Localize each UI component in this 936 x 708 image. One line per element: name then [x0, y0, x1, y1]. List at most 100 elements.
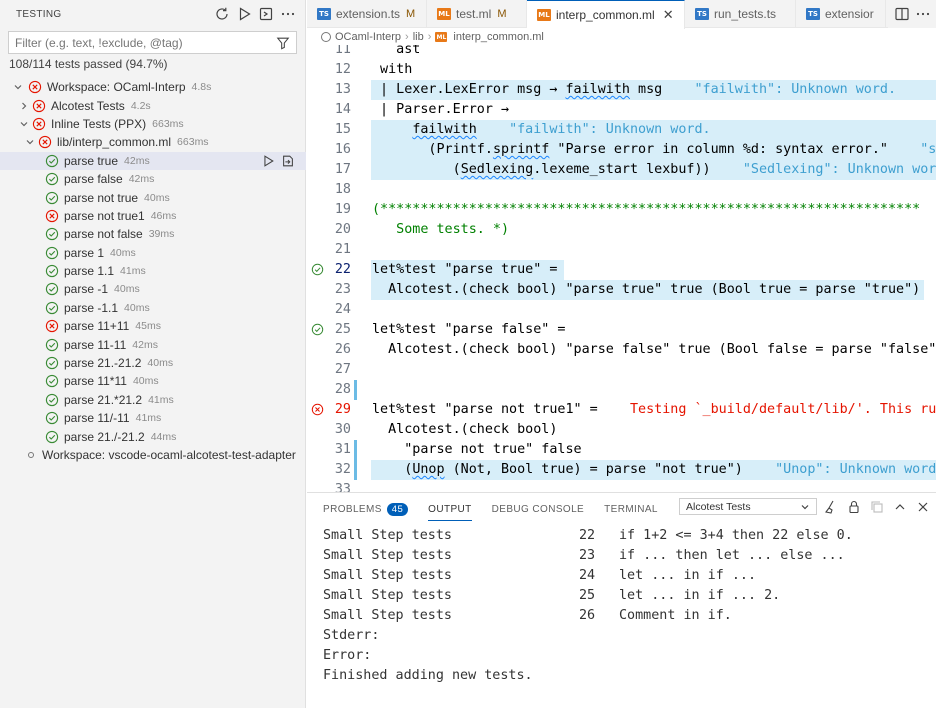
line-number: 23: [334, 282, 351, 297]
tab-extension-ts-2[interactable]: TS extensior: [796, 0, 886, 28]
tab-interp-common-ml[interactable]: ML interp_common.ml ✕: [527, 0, 685, 29]
tab-label: extension.ts: [336, 7, 401, 21]
tree-item-alcotest[interactable]: Alcotest Tests 4.2s: [0, 96, 306, 114]
output-line: Stderr:: [323, 628, 380, 643]
tab-label: PROBLEMS: [323, 503, 382, 515]
output-line: Finished adding new tests.: [323, 668, 533, 683]
pass-icon: [45, 338, 59, 352]
tab-output[interactable]: OUTPUT: [428, 493, 472, 525]
test-item[interactable]: parse 11+11 45ms: [0, 317, 306, 335]
line-number: 18: [334, 182, 351, 197]
test-item[interactable]: parse -1 40ms: [0, 280, 306, 298]
editor-actions: [888, 0, 936, 28]
tree-item-inline[interactable]: Inline Tests (PPX) 663ms: [0, 115, 306, 133]
refresh-icon[interactable]: [212, 5, 231, 24]
code-line: 11 ast: [307, 45, 936, 60]
lock-icon[interactable]: [844, 497, 863, 516]
test-filter-input[interactable]: [15, 35, 276, 50]
test-filter[interactable]: [8, 31, 297, 54]
code-line: 26 Alcotest.(check bool) "parse false" t…: [307, 340, 936, 360]
run-all-icon[interactable]: [234, 5, 253, 24]
misspelled-word[interactable]: Sedlexing: [461, 162, 534, 177]
close-icon[interactable]: ✕: [663, 7, 674, 23]
misspelled-word[interactable]: sprintf: [493, 142, 549, 157]
split-editor-icon[interactable]: [892, 5, 911, 24]
test-item[interactable]: parse false 42ms: [0, 170, 306, 188]
code-text: Alcotest.(check bool): [372, 420, 557, 440]
debug-all-icon[interactable]: [256, 5, 275, 24]
tab-terminal[interactable]: TERMINAL: [604, 493, 658, 525]
tab-test-ml[interactable]: ML test.ml M: [427, 0, 527, 28]
chevron-up-icon[interactable]: [890, 497, 909, 516]
output-index: 24: [579, 568, 596, 583]
ocaml-file-icon: ML: [437, 8, 451, 20]
pass-icon: [45, 282, 59, 296]
tree-item-workspace[interactable]: Workspace: OCaml-Interp 4.8s: [0, 78, 306, 96]
test-item[interactable]: parse true 42ms: [0, 151, 306, 170]
code-segment: (: [372, 462, 413, 477]
more-actions-icon[interactable]: [278, 5, 297, 24]
output-index: 23: [579, 548, 596, 563]
test-item[interactable]: parse 11/-11 41ms: [0, 409, 306, 427]
breadcrumb-root[interactable]: OCaml-Interp: [335, 31, 401, 43]
code-segment: with: [372, 62, 413, 77]
output-suite: Small Step tests: [323, 548, 452, 563]
go-to-test-icon[interactable]: [280, 153, 296, 169]
output-index: 25: [579, 588, 596, 603]
tab-debug-console[interactable]: DEBUG CONSOLE: [492, 493, 584, 525]
test-item[interactable]: parse 1.1 41ms: [0, 262, 306, 280]
copy-icon[interactable]: [867, 497, 886, 516]
inline-diagnostic: "Sedlexing": Unknown wor: [742, 162, 936, 177]
tab-problems[interactable]: PROBLEMS 45: [323, 493, 409, 525]
code-line: 16 (Printf.sprintf "Parse error in colum…: [307, 140, 936, 160]
code-segment: ast: [372, 45, 421, 57]
test-item[interactable]: parse 1 40ms: [0, 244, 306, 262]
inline-diagnostic: "failwith": Unknown word.: [694, 82, 897, 97]
chevron-down-icon[interactable]: [24, 136, 36, 148]
tree-item-file[interactable]: lib/interp_common.ml 663ms: [0, 133, 306, 151]
test-label: parse 11-11: [64, 337, 127, 352]
output-index: 26: [579, 608, 596, 623]
test-item[interactable]: parse 21.-21.2 40ms: [0, 354, 306, 372]
code-segment: "parse not true" false: [372, 442, 582, 457]
chevron-right-icon[interactable]: [18, 100, 30, 112]
line-number: 19: [334, 202, 351, 217]
test-item[interactable]: parse 21./-21.2 44ms: [0, 427, 306, 445]
fail-icon: [45, 209, 59, 223]
chevron-down-icon[interactable]: [18, 118, 30, 130]
line-number: 16: [334, 142, 351, 157]
code-segment: Some tests. *): [372, 222, 510, 237]
test-item[interactable]: parse not false 39ms: [0, 225, 306, 243]
close-icon[interactable]: [913, 497, 932, 516]
clear-output-icon[interactable]: [821, 497, 840, 516]
tab-run-tests-ts[interactable]: TS run_tests.ts: [685, 0, 796, 28]
misspelled-word[interactable]: failwith: [412, 122, 477, 137]
breadcrumb-dir[interactable]: lib: [413, 31, 424, 43]
not-run-icon: [28, 452, 34, 458]
test-item[interactable]: parse 21.*21.2 41ms: [0, 391, 306, 409]
test-item[interactable]: parse -1.1 40ms: [0, 299, 306, 317]
test-duration: 40ms: [147, 357, 174, 370]
typescript-file-icon: TS: [317, 8, 331, 20]
output-channel-select[interactable]: Alcotest Tests: [679, 498, 817, 515]
code-line: 17 (Sedlexing.lexeme_start lexbuf)) "Sed…: [307, 160, 936, 180]
breadcrumb-file[interactable]: interp_common.ml: [453, 31, 543, 43]
test-item[interactable]: parse not true1 46ms: [0, 207, 306, 225]
test-item[interactable]: parse not true 40ms: [0, 188, 306, 206]
tab-extension-ts[interactable]: TS extension.ts M: [307, 0, 427, 28]
tree-item-workspace-2[interactable]: Workspace: vscode-ocaml-alcotest-test-ad…: [0, 446, 306, 464]
test-item[interactable]: parse 11-11 42ms: [0, 335, 306, 353]
chevron-down-icon[interactable]: [12, 81, 24, 93]
misspelled-word[interactable]: Unop: [412, 462, 444, 477]
test-item[interactable]: parse 11*11 40ms: [0, 372, 306, 390]
line-number: 12: [334, 62, 351, 77]
code-line: 20 Some tests. *): [307, 220, 936, 240]
filter-icon[interactable]: [276, 36, 290, 50]
code-editor[interactable]: 11 ast 12 with 13 | Lexer.LexError msg → f…: [307, 45, 936, 492]
misspelled-word[interactable]: failwith: [565, 82, 630, 97]
output-test: if ... then let ... else ...: [619, 548, 845, 563]
tree-item-label: Alcotest Tests: [51, 98, 125, 113]
run-test-icon[interactable]: [260, 153, 276, 169]
fail-icon: [38, 135, 52, 149]
more-actions-icon[interactable]: [913, 5, 932, 24]
